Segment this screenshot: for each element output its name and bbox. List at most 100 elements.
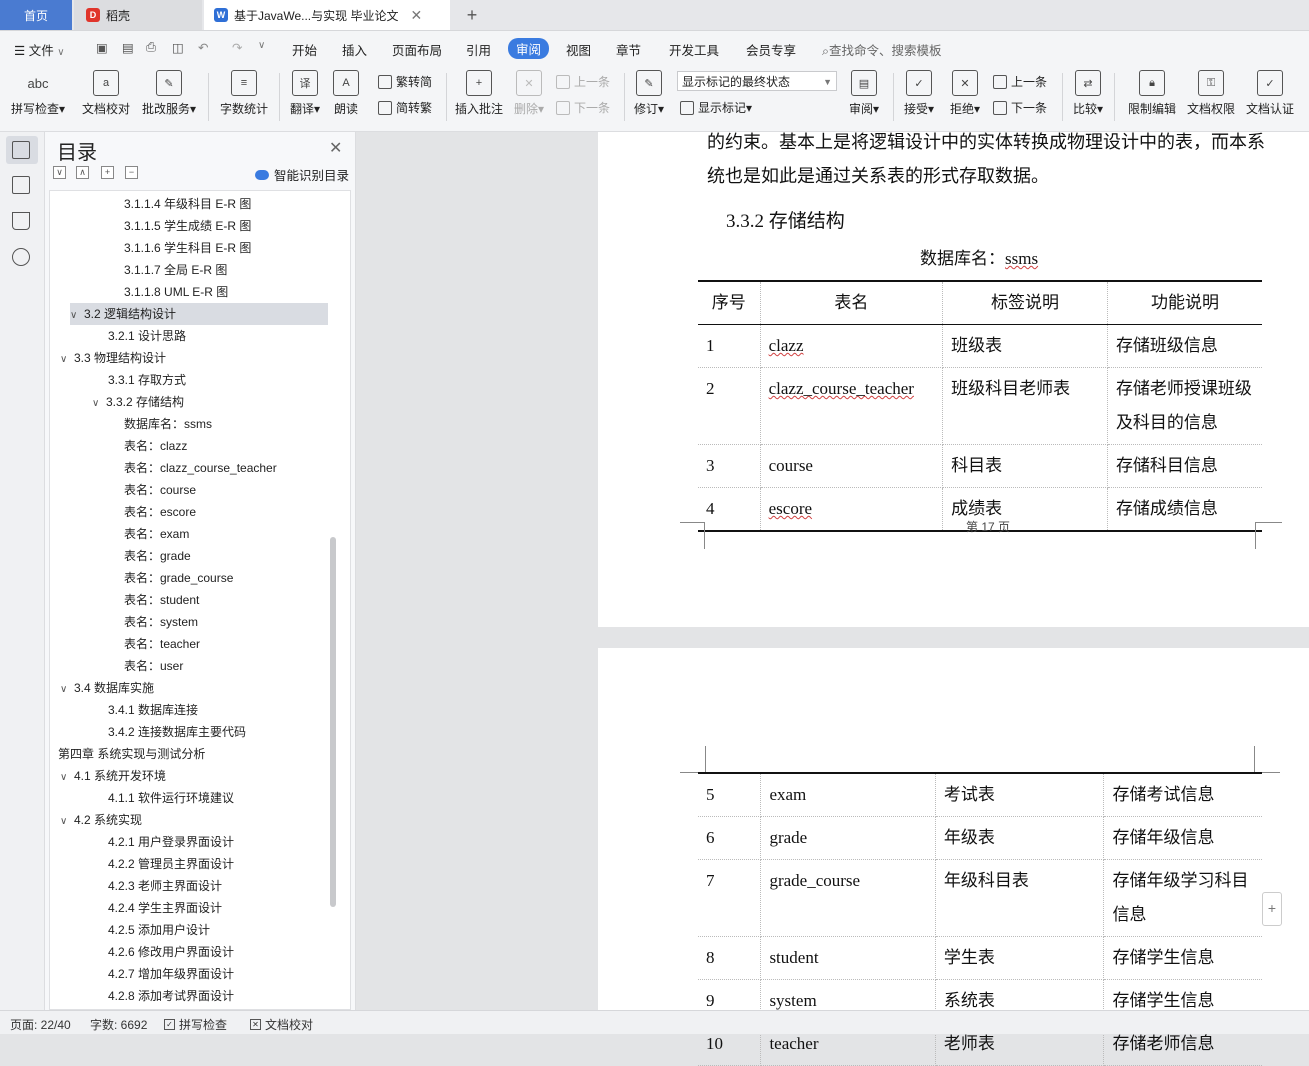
toc-item[interactable]: 4.2.7 增加年级界面设计 bbox=[108, 963, 234, 985]
menu-view[interactable]: 视图 bbox=[566, 40, 591, 59]
toc-item[interactable]: 3.1.1.6 学生科目 E-R 图 bbox=[124, 237, 251, 259]
chapter-nav-icon[interactable] bbox=[12, 176, 30, 194]
toc-item[interactable]: 4.2.1 用户登录界面设计 bbox=[108, 831, 234, 853]
toc-item[interactable]: 3.1.1.7 全局 E-R 图 bbox=[124, 259, 227, 281]
toc-item[interactable]: 表名：student bbox=[124, 589, 199, 611]
revise-service-button[interactable]: ✎ 批改服务▾ bbox=[140, 70, 198, 117]
export-pdf-icon[interactable]: ▤ bbox=[122, 40, 134, 55]
toc-item[interactable]: 4.2.8 添加考试界面设计 bbox=[108, 985, 234, 1007]
toc-item[interactable]: 3.3.1 存取方式 bbox=[108, 369, 186, 391]
doc-check-button[interactable]: a 文档校对 bbox=[80, 70, 132, 117]
toc-item[interactable]: ∨ 3.2 逻辑结构设计 bbox=[70, 303, 328, 325]
menu-references[interactable]: 引用 bbox=[466, 40, 491, 59]
toc-item[interactable]: 数据库名：ssms bbox=[124, 413, 212, 435]
collapse-minus-icon[interactable]: − bbox=[125, 166, 138, 179]
toc-item[interactable]: 3.2.1 设计思路 bbox=[108, 325, 186, 347]
toc-item[interactable]: ∨ 4.2 系统实现 bbox=[60, 809, 142, 831]
reject-button[interactable]: ✕ 拒绝▾ bbox=[946, 70, 984, 117]
smart-toc-button[interactable]: 智能识别目录 bbox=[255, 165, 349, 184]
toc-item[interactable]: 表名：clazz bbox=[124, 435, 187, 457]
tab-daoke[interactable]: D 稻壳 bbox=[74, 0, 202, 30]
prev-comment-button[interactable]: 上一条 bbox=[556, 73, 610, 90]
command-search[interactable]: ⌕查找命令、搜索模板 bbox=[822, 40, 942, 59]
toc-item[interactable]: ∨ 3.3 物理结构设计 bbox=[60, 347, 166, 369]
restrict-edit-button[interactable]: 🔒︎ 限制编辑 bbox=[1124, 70, 1180, 117]
new-tab-icon[interactable]: + bbox=[458, 0, 486, 30]
track-changes-button[interactable]: ✎ 修订▾ bbox=[630, 70, 668, 117]
compare-button[interactable]: ⇄ 比较▾ bbox=[1070, 70, 1106, 117]
toc-item[interactable]: 表名：clazz_course_teacher bbox=[124, 457, 277, 479]
tab-home[interactable]: 首页 bbox=[0, 0, 72, 30]
page-indicator[interactable]: 页面: 22/40 bbox=[10, 1016, 71, 1033]
doc-permission-button[interactable]: ⚿ 文档权限 bbox=[1184, 70, 1238, 117]
close-icon[interactable]: ✕ bbox=[329, 138, 342, 158]
chevron-down-icon[interactable]: ∨ bbox=[92, 393, 106, 415]
chevron-down-icon[interactable]: ∨ bbox=[60, 767, 74, 789]
chevron-down-icon[interactable]: ∨ bbox=[60, 349, 74, 371]
close-tab-icon[interactable]: ✕ bbox=[410, 7, 422, 24]
toc-item[interactable]: 4.1.1 软件运行环境建议 bbox=[108, 787, 234, 809]
print-preview-icon[interactable]: ◫ bbox=[172, 40, 184, 55]
save-icon[interactable]: ▣ bbox=[96, 40, 108, 55]
tab-document[interactable]: W 基于JavaWe...与实现 毕业论文 ✕ bbox=[204, 0, 450, 30]
word-count-button[interactable]: ≡ 字数统计 bbox=[218, 70, 270, 117]
bookmark-icon[interactable] bbox=[12, 212, 30, 230]
toc-item[interactable]: 3.1.1.5 学生成绩 E-R 图 bbox=[124, 215, 251, 237]
simp-to-trad-button[interactable]: 简转繁 bbox=[378, 99, 432, 116]
prev-change-button[interactable]: 上一条 bbox=[993, 73, 1047, 90]
toc-item[interactable]: 表名：user bbox=[124, 655, 183, 677]
search-icon[interactable] bbox=[12, 248, 30, 266]
toc-item[interactable]: 3.4.1 数据库连接 bbox=[108, 699, 198, 721]
review-pane-button[interactable]: ▤ 审阅▾ bbox=[846, 70, 882, 117]
display-mode-select[interactable]: 显示标记的最终状态 ▼ bbox=[677, 71, 837, 91]
redo-icon[interactable]: ↷ bbox=[232, 40, 242, 55]
toc-item[interactable]: 表名：grade bbox=[124, 545, 191, 567]
toc-item[interactable]: ∨ 4.1 系统开发环境 bbox=[60, 765, 166, 787]
status-doc-check[interactable]: ✕ 文档校对 bbox=[250, 1016, 313, 1033]
menu-start[interactable]: 开始 bbox=[292, 40, 317, 59]
menu-page-layout[interactable]: 页面布局 bbox=[392, 40, 442, 59]
toc-item[interactable]: ∨ 3.4 数据库实施 bbox=[60, 677, 154, 699]
chevron-down-icon[interactable]: ∨ bbox=[60, 679, 74, 701]
toc-item[interactable]: 4.2.5 添加用户设计 bbox=[108, 919, 210, 941]
expand-plus-icon[interactable]: + bbox=[101, 166, 114, 179]
accept-button[interactable]: ✓ 接受▾ bbox=[900, 70, 938, 117]
toc-item[interactable]: 4.2.4 学生主界面设计 bbox=[108, 897, 222, 919]
toc-item[interactable]: 表名：course bbox=[124, 479, 196, 501]
menu-member[interactable]: 会员专享 bbox=[746, 40, 796, 59]
print-icon[interactable]: ⎙ bbox=[146, 40, 156, 55]
toc-item[interactable]: 4.2.6 修改用户界面设计 bbox=[108, 941, 234, 963]
doc-certify-button[interactable]: ✓ 文档认证 bbox=[1242, 70, 1298, 117]
spell-check-button[interactable]: abc 拼写检查▾ bbox=[10, 70, 66, 117]
word-count-indicator[interactable]: 字数: 6692 bbox=[90, 1016, 147, 1033]
menu-insert[interactable]: 插入 bbox=[342, 40, 367, 59]
toc-item[interactable]: 表名：teacher bbox=[124, 633, 200, 655]
toc-item[interactable]: 4.2.3 老师主界面设计 bbox=[108, 875, 222, 897]
undo-icon[interactable]: ↶ bbox=[198, 40, 208, 55]
toc-item[interactable]: 3.4.2 连接数据库主要代码 bbox=[108, 721, 246, 743]
delete-comment-button[interactable]: ✕ 删除▾ bbox=[510, 70, 548, 117]
add-comment-side-button[interactable]: + bbox=[1262, 892, 1282, 926]
status-spell-check[interactable]: ✓ 拼写检查 bbox=[164, 1016, 227, 1033]
menu-developer[interactable]: 开发工具 bbox=[669, 40, 719, 59]
chevron-down-icon[interactable]: ∨ bbox=[60, 811, 74, 833]
translate-button[interactable]: 译翻译▾ bbox=[286, 70, 324, 117]
menu-chapter[interactable]: 章节 bbox=[616, 40, 641, 59]
toc-item[interactable]: 表名：grade_course bbox=[124, 567, 233, 589]
toc-item[interactable]: 3.1.1.4 年级科目 E-R 图 bbox=[124, 193, 251, 215]
toc-panel-icon[interactable] bbox=[12, 141, 30, 159]
toc-item[interactable]: 3.1.1.8 UML E-R 图 bbox=[124, 281, 228, 303]
toc-item[interactable]: 表名：exam bbox=[124, 523, 189, 545]
trad-to-simp-button[interactable]: 繁转简 bbox=[378, 73, 432, 90]
next-comment-button[interactable]: 下一条 bbox=[556, 99, 610, 116]
quick-access-dropdown-icon[interactable]: ∨ bbox=[258, 40, 265, 51]
chevron-down-icon[interactable]: ∨ bbox=[50, 745, 58, 767]
toc-scrollbar[interactable] bbox=[330, 537, 336, 907]
toc-item[interactable]: ∨第四章 系统实现与测试分析 bbox=[50, 743, 205, 767]
insert-comment-button[interactable]: + 插入批注 bbox=[452, 70, 506, 117]
next-change-button[interactable]: 下一条 bbox=[993, 99, 1047, 116]
expand-up-icon[interactable]: ∧ bbox=[76, 166, 89, 179]
show-markup-button[interactable]: 显示标记 ▾ bbox=[680, 99, 752, 116]
toc-item[interactable]: ∨ 3.3.2 存储结构 bbox=[92, 391, 184, 413]
chevron-down-icon[interactable]: ∨ bbox=[70, 305, 84, 327]
